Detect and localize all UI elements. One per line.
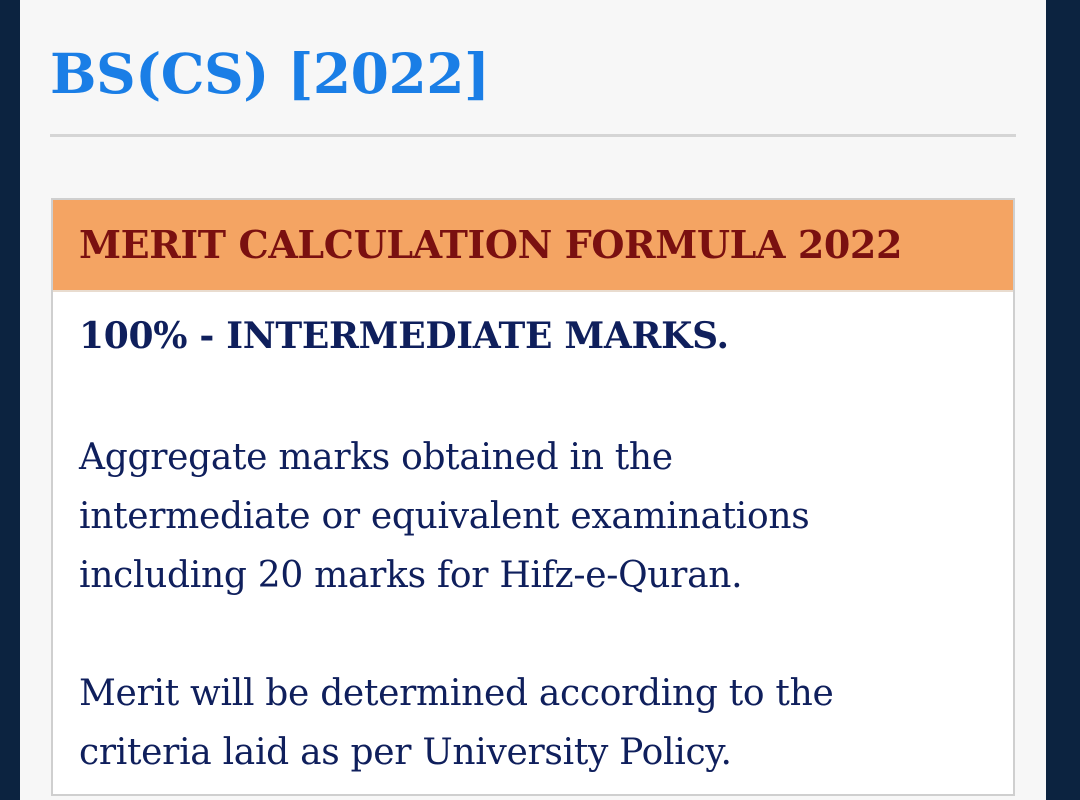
card-body: 100% - INTERMEDIATE MARKS. Aggregate mar… xyxy=(53,292,1013,782)
merit-policy-paragraph: Merit will be determined according to th… xyxy=(79,664,987,782)
merit-formula-card: MERIT CALCULATION FORMULA 2022 100% - IN… xyxy=(51,198,1015,796)
card-title: MERIT CALCULATION FORMULA 2022 xyxy=(79,222,903,267)
page-title: BS(CS) [2022] xyxy=(50,41,490,106)
paragraph-line: intermediate or equivalent examinations xyxy=(79,496,810,537)
paragraph-line: criteria laid as per University Policy. xyxy=(79,732,732,773)
page-content: BS(CS) [2022] MERIT CALCULATION FORMULA … xyxy=(20,0,1046,800)
paragraph-line: Aggregate marks obtained in the xyxy=(79,437,673,478)
formula-text: 100% - INTERMEDIATE MARKS. xyxy=(79,315,729,357)
card-header: MERIT CALCULATION FORMULA 2022 xyxy=(53,200,1013,292)
aggregate-marks-paragraph: Aggregate marks obtained in the intermed… xyxy=(79,428,987,605)
paragraph-line: including 20 marks for Hifz-e-Quran. xyxy=(79,555,743,596)
paragraph-line: Merit will be determined according to th… xyxy=(79,673,834,714)
title-divider xyxy=(50,134,1016,137)
